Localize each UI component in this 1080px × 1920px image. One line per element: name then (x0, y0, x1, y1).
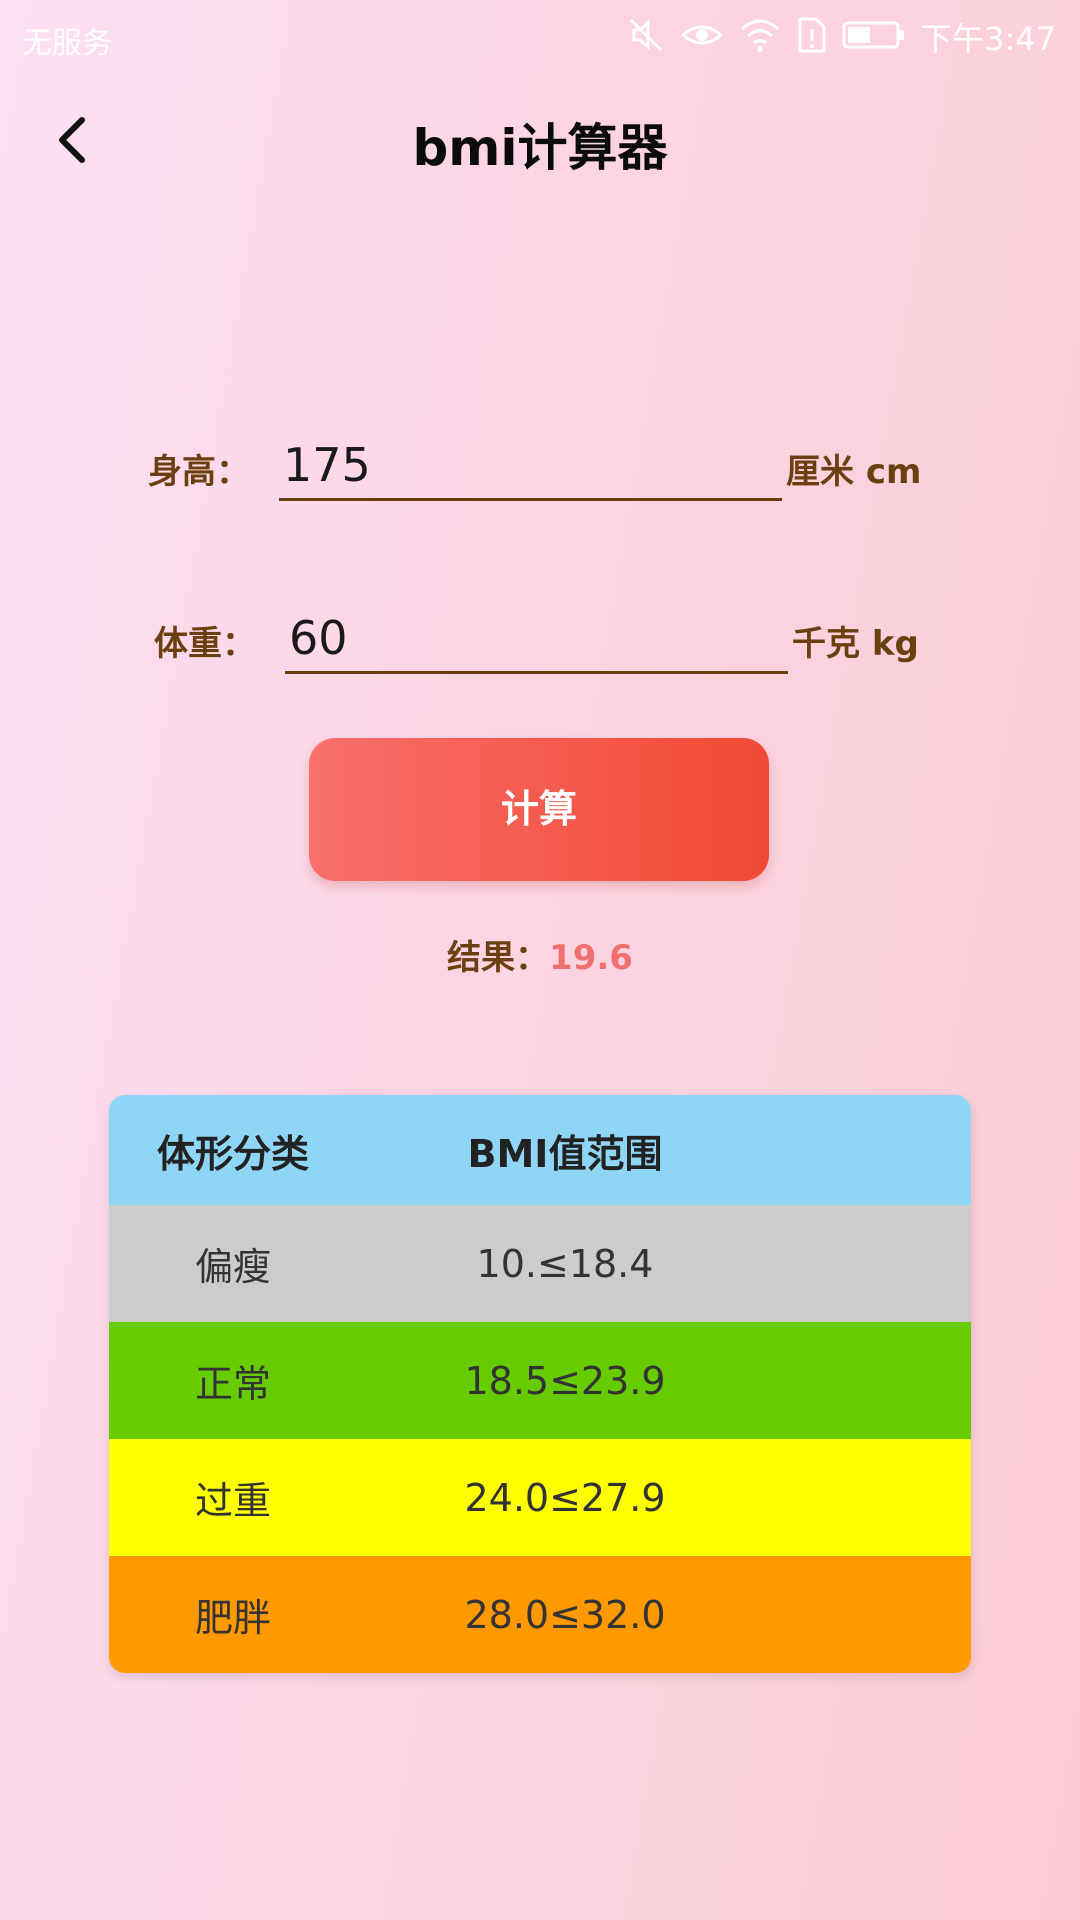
table-header-row: 体形分类 BMI值范围 (109, 1095, 971, 1205)
table-row: 正常 18.5≤23.9 (109, 1322, 971, 1439)
sim-icon (796, 15, 828, 59)
page-title: bmi计算器 (412, 119, 668, 177)
row-range: 18.5≤23.9 (464, 1358, 666, 1403)
result-label: 结果： (447, 938, 550, 978)
header-range: BMI值范围 (467, 1131, 663, 1176)
row-category: 正常 (195, 1362, 272, 1406)
battery-icon (842, 15, 906, 59)
mute-icon (626, 15, 666, 59)
height-label: 身高： (148, 452, 250, 492)
weight-label: 体重： (154, 624, 256, 664)
row-range: 24.0≤27.9 (464, 1475, 666, 1520)
row-category: 肥胖 (195, 1596, 272, 1640)
bmi-table: 体形分类 BMI值范围 偏瘦 10.≤18.4 正常 18.5≤23.9 过重 … (109, 1095, 971, 1673)
weight-unit: 千克 kg (792, 624, 919, 664)
status-time: 下午3:47 (920, 20, 1056, 58)
row-category: 偏瘦 (195, 1245, 272, 1289)
eye-icon (680, 15, 724, 59)
carrier-text: 无服务 (22, 26, 112, 61)
result-line: 结果：19.6 (0, 930, 1080, 979)
table-row: 过重 24.0≤27.9 (109, 1439, 971, 1556)
row-range: 28.0≤32.0 (464, 1592, 666, 1637)
status-icons: 下午3:47 (626, 14, 1056, 60)
title-bar: bmi计算器 (0, 90, 1080, 190)
wifi-icon (738, 15, 782, 59)
table-row: 肥胖 28.0≤32.0 (109, 1556, 971, 1673)
header-category: 体形分类 (157, 1131, 310, 1176)
row-category: 过重 (195, 1479, 272, 1523)
result-value: 19.6 (549, 938, 633, 978)
weight-input[interactable] (285, 605, 788, 674)
height-input[interactable] (279, 432, 782, 501)
row-range: 10.≤18.4 (476, 1241, 654, 1286)
table-row: 偏瘦 10.≤18.4 (109, 1205, 971, 1322)
calculate-button[interactable]: 计算 (309, 738, 769, 881)
table-body: 偏瘦 10.≤18.4 正常 18.5≤23.9 过重 24.0≤27.9 肥胖… (109, 1205, 971, 1673)
height-unit: 厘米 cm (786, 452, 922, 492)
status-bar: 无服务 下午3:47 (0, 0, 1080, 74)
